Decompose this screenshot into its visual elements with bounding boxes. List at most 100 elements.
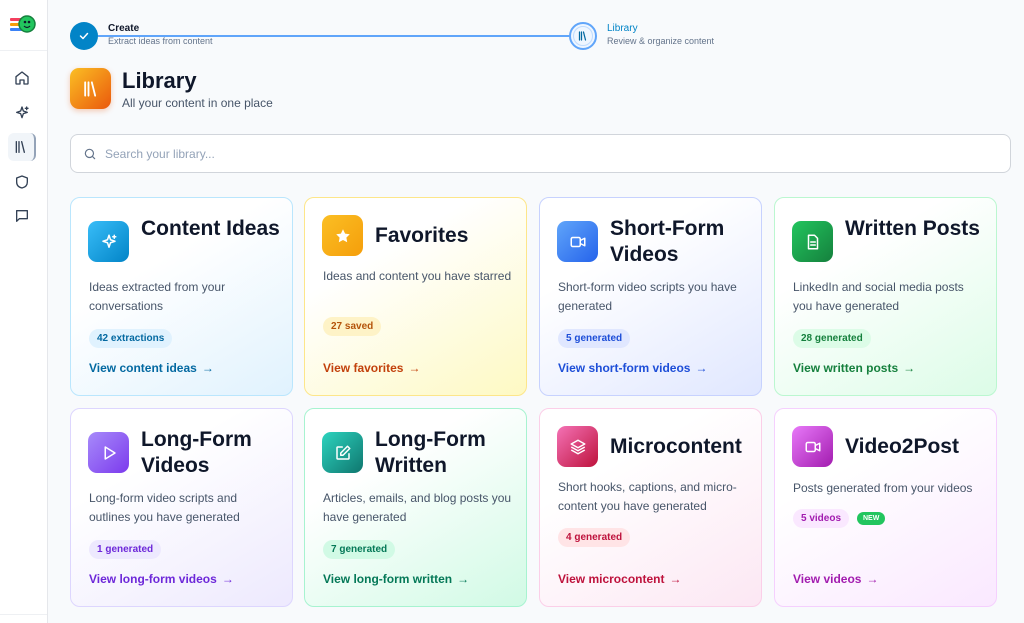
library-icon: [578, 31, 587, 41]
card-short-form-videos[interactable]: Short-Form Videos Short-form video scrip…: [539, 197, 762, 396]
link-label: View long-form written: [323, 572, 453, 586]
play-icon: [104, 445, 116, 460]
page-icon: [70, 68, 111, 109]
view-content-ideas-link[interactable]: View content ideas →: [89, 360, 214, 376]
search-input[interactable]: [105, 135, 995, 172]
link-label: View videos: [793, 572, 862, 586]
sidebar-divider: [0, 50, 47, 51]
app-logo[interactable]: [10, 14, 36, 36]
arrow-right-icon: →: [866, 572, 879, 586]
arrow-right-icon: →: [457, 572, 470, 586]
link-label: View favorites: [323, 361, 404, 375]
card-description: Short hooks, captions, and micro-content…: [558, 480, 737, 513]
arrow-right-icon: →: [669, 572, 682, 586]
count-badge: 42 extractions: [89, 329, 173, 348]
link-label: View short-form videos: [558, 361, 691, 375]
card-icon: [792, 221, 833, 262]
library-icon: [83, 80, 96, 97]
card-title: Microcontent: [610, 435, 742, 458]
card-description: Ideas and content you have starred: [323, 269, 512, 283]
count-badge: 5 generated: [558, 329, 631, 348]
card-microcontent[interactable]: Microcontent Short hooks, captions, and …: [539, 408, 762, 607]
card-title: Short-Form Videos: [610, 217, 725, 266]
layers-icon: [570, 439, 585, 454]
star-icon: [335, 228, 350, 242]
card-icon: [322, 432, 363, 473]
count-badge: 7 generated: [323, 540, 396, 559]
view-written-posts-link[interactable]: View written posts →: [793, 360, 915, 376]
card-icon: [792, 426, 833, 467]
page-subtitle: All your content in one place: [122, 96, 273, 110]
link-label: View microcontent: [558, 572, 665, 586]
count-badge: 5 videos: [793, 509, 850, 528]
page-title: Library: [122, 68, 197, 93]
card-title: Content Ideas: [141, 217, 280, 240]
sparkle-icon: [101, 234, 116, 248]
video-camera-icon: [805, 441, 820, 452]
library-icon: [15, 141, 25, 153]
card-title: Favorites: [375, 224, 469, 247]
card-icon: [557, 426, 598, 467]
chat-icon: [16, 210, 28, 222]
new-badge: NEW: [857, 512, 886, 525]
view-long-form-videos-link[interactable]: View long-form videos →: [89, 571, 234, 587]
card-written-posts[interactable]: Written Posts LinkedIn and social media …: [774, 197, 997, 396]
card-content-ideas[interactable]: Content Ideas Ideas extracted from your …: [70, 197, 293, 396]
sidebar-item-brand[interactable]: [8, 168, 36, 196]
card-description: Short-form video scripts you have genera…: [558, 280, 737, 313]
card-description: Posts generated from your videos: [793, 481, 973, 495]
edit-icon: [335, 445, 350, 460]
count-badge: 27 saved: [323, 317, 382, 336]
step-create[interactable]: Create Extract ideas from content: [108, 23, 213, 47]
view-microcontent-link[interactable]: View microcontent →: [558, 571, 681, 587]
sparkle-icon: [16, 106, 29, 119]
view-favorites-link[interactable]: View favorites →: [323, 360, 420, 376]
search-icon: [84, 148, 96, 160]
card-title: Written Posts: [845, 217, 980, 240]
link-label: View content ideas: [89, 361, 197, 375]
view-short-form-videos-link[interactable]: View short-form videos →: [558, 360, 707, 376]
arrow-right-icon: →: [221, 572, 234, 586]
card-icon: [88, 432, 129, 473]
card-favorites[interactable]: Favorites Ideas and content you have sta…: [304, 197, 527, 396]
link-label: View long-form videos: [89, 572, 217, 586]
card-title: Video2Post: [845, 435, 959, 458]
step-create-indicator[interactable]: [70, 22, 98, 50]
sidebar: [0, 0, 48, 623]
document-icon: [807, 234, 818, 249]
card-long-form-videos[interactable]: Long-Form Videos Long-form video scripts…: [70, 408, 293, 607]
card-icon: [322, 215, 363, 256]
video-camera-icon: [570, 236, 585, 247]
count-badge: 4 generated: [558, 528, 631, 547]
card-description: Ideas extracted from your conversations: [89, 280, 226, 313]
arrow-right-icon: →: [201, 361, 214, 375]
check-icon: [79, 32, 89, 40]
link-label: View written posts: [793, 361, 899, 375]
view-videos-link[interactable]: View videos →: [793, 571, 878, 587]
card-description: LinkedIn and social media posts you have…: [793, 280, 964, 313]
card-long-form-written[interactable]: Long-Form Written Articles, emails, and …: [304, 408, 527, 607]
step-library-indicator[interactable]: [569, 22, 597, 50]
sidebar-item-ideas[interactable]: [8, 99, 36, 127]
card-description: Articles, emails, and blog posts you hav…: [323, 491, 512, 524]
step-library[interactable]: Library Review & organize content: [607, 23, 714, 47]
card-icon: [557, 221, 598, 262]
card-description: Long-form video scripts and outlines you…: [89, 491, 240, 524]
search-bar: [70, 134, 1011, 173]
card-video2post[interactable]: Video2Post Posts generated from your vid…: [774, 408, 997, 607]
card-title: Long-Form Videos: [141, 428, 252, 477]
sidebar-item-library[interactable]: [8, 133, 36, 161]
card-icon: [88, 221, 129, 262]
step-create-title: Create: [108, 23, 140, 34]
sidebar-item-home[interactable]: [8, 64, 36, 92]
step-library-subtitle: Review & organize content: [607, 36, 715, 46]
view-long-form-written-link[interactable]: View long-form written →: [323, 571, 469, 587]
sidebar-item-chat[interactable]: [8, 202, 36, 230]
progress-stepper: Create Extract ideas from content Librar…: [70, 22, 730, 52]
shield-icon: [16, 175, 28, 189]
step-create-subtitle: Extract ideas from content: [108, 36, 213, 46]
arrow-right-icon: →: [695, 361, 708, 375]
step-library-title: Library: [607, 23, 638, 34]
home-icon: [15, 71, 29, 85]
sidebar-bottom-divider: [0, 614, 47, 615]
